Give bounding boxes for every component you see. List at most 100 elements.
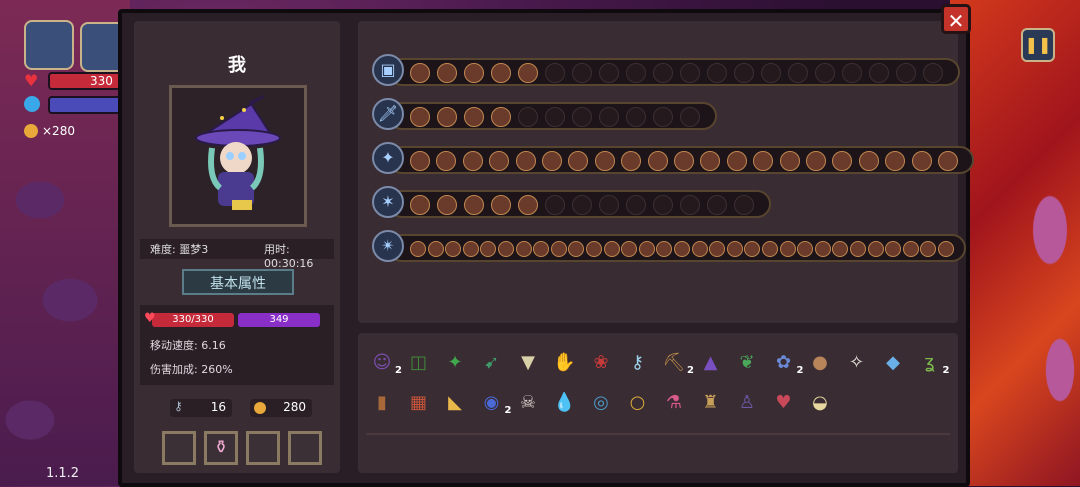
upgrade-slot[interactable]: [680, 195, 700, 215]
upgrade-slot[interactable]: [709, 241, 725, 257]
potion-item[interactable]: ⚗: [660, 389, 688, 417]
leaf-item[interactable]: ❦: [733, 349, 761, 377]
upgrade-slot[interactable]: [885, 241, 901, 257]
upgrade-slot[interactable]: [464, 63, 484, 83]
consumable-slot-2[interactable]: ⚱: [204, 431, 238, 465]
upgrade-slot[interactable]: [463, 241, 479, 257]
upgrade-slot[interactable]: [437, 63, 457, 83]
upgrade-slot[interactable]: [516, 241, 532, 257]
upgrade-slot[interactable]: [604, 241, 620, 257]
consumable-slot-1[interactable]: [162, 431, 196, 465]
consumable-slot-3[interactable]: [246, 431, 280, 465]
upgrade-slot[interactable]: [518, 63, 538, 83]
green-bird-item[interactable]: ➹: [478, 349, 506, 377]
upgrade-slot[interactable]: [621, 241, 637, 257]
bracer-item[interactable]: ▮: [368, 389, 396, 417]
upgrade-slot[interactable]: [648, 151, 668, 171]
upgrade-slot[interactable]: [700, 151, 720, 171]
upgrade-slot[interactable]: [437, 195, 457, 215]
upgrade-slot[interactable]: [639, 241, 655, 257]
upgrade-slot[interactable]: [680, 63, 700, 83]
chest-icon[interactable]: ▣: [372, 54, 404, 86]
upgrade-slot[interactable]: [832, 151, 852, 171]
upgrade-slot[interactable]: [806, 151, 826, 171]
upgrade-slot[interactable]: [572, 63, 592, 83]
blue-amulet-item[interactable]: ◎: [587, 389, 615, 417]
upgrade-slot[interactable]: [595, 151, 615, 171]
upgrade-slot[interactable]: [545, 195, 565, 215]
upgrade-slot[interactable]: [761, 63, 781, 83]
wizard-portrait-item[interactable]: ☺ 2: [368, 349, 402, 377]
upgrade-slot[interactable]: [762, 241, 778, 257]
upgrade-slot[interactable]: [599, 63, 619, 83]
upgrade-slot[interactable]: [692, 241, 708, 257]
consumable-slot-4[interactable]: [288, 431, 322, 465]
brown-egg-item[interactable]: ●: [806, 349, 834, 377]
ice-key-item[interactable]: ⚷: [624, 349, 652, 377]
upgrade-slot[interactable]: [491, 107, 511, 127]
green-shorts-item[interactable]: ◫: [405, 349, 433, 377]
upgrade-slot[interactable]: [680, 107, 700, 127]
upgrade-slot[interactable]: [599, 195, 619, 215]
upgrade-slot[interactable]: [734, 63, 754, 83]
upgrade-slot[interactable]: [653, 195, 673, 215]
upgrade-slot[interactable]: [572, 195, 592, 215]
upgrade-slot[interactable]: [491, 195, 511, 215]
pickaxe-item[interactable]: ⛏ 2: [660, 349, 694, 377]
upgrade-slot[interactable]: [832, 241, 848, 257]
upgrade-slot[interactable]: [428, 241, 444, 257]
tab-basic-attributes[interactable]: 基本属性: [182, 269, 294, 295]
upgrade-slot[interactable]: [410, 63, 430, 83]
upgrade-slot[interactable]: [489, 151, 509, 171]
upgrade-slot[interactable]: [797, 241, 813, 257]
upgrade-slot[interactable]: [410, 107, 430, 127]
upgrade-slot[interactable]: [545, 63, 565, 83]
upgrade-slot[interactable]: [653, 107, 673, 127]
upgrade-slot[interactable]: [518, 195, 538, 215]
candy-corn-item[interactable]: ◣: [441, 389, 469, 417]
water-drop-item[interactable]: 💧: [551, 389, 579, 417]
blue-orb-item[interactable]: ◉ 2: [478, 389, 512, 417]
upgrade-slot[interactable]: [656, 241, 672, 257]
upgrade-slot[interactable]: [572, 107, 592, 127]
heart-necklace-item[interactable]: ♥: [770, 389, 798, 417]
upgrade-slot[interactable]: [599, 107, 619, 127]
upgrade-slot[interactable]: [850, 241, 866, 257]
green-crystal-item[interactable]: ✦: [441, 349, 469, 377]
upgrade-slot[interactable]: [436, 151, 456, 171]
upgrade-slot[interactable]: [674, 241, 690, 257]
sack-item[interactable]: ◒: [806, 389, 834, 417]
wand-icon[interactable]: ✶: [372, 186, 404, 218]
witch-hat-item[interactable]: ▲: [697, 349, 725, 377]
upgrade-slot[interactable]: [464, 107, 484, 127]
upgrade-slot[interactable]: [621, 151, 641, 171]
upgrade-slot[interactable]: [518, 107, 538, 127]
spellbook-item[interactable]: ▦: [405, 389, 433, 417]
upgrade-slot[interactable]: [938, 151, 958, 171]
upgrade-slot[interactable]: [903, 241, 919, 257]
upgrade-slot[interactable]: [869, 63, 889, 83]
upgrade-slot[interactable]: [734, 195, 754, 215]
upgrade-slot[interactable]: [885, 151, 905, 171]
upgrade-slot[interactable]: [410, 241, 426, 257]
upgrade-slot[interactable]: [896, 63, 916, 83]
upgrade-slot[interactable]: [586, 241, 602, 257]
mirror-item[interactable]: ◆: [879, 349, 907, 377]
upgrade-slot[interactable]: [410, 151, 430, 171]
upgrade-slot[interactable]: [626, 107, 646, 127]
upgrade-slot[interactable]: [542, 151, 562, 171]
upgrade-slot[interactable]: [938, 241, 954, 257]
upgrade-slot[interactable]: [868, 241, 884, 257]
upgrade-slot[interactable]: [780, 151, 800, 171]
upgrade-slot[interactable]: [859, 151, 879, 171]
upgrade-slot[interactable]: [653, 63, 673, 83]
upgrade-slot[interactable]: [788, 63, 808, 83]
hud-chest-slot[interactable]: [24, 20, 74, 70]
upgrade-slot[interactable]: [568, 151, 588, 171]
upgrade-slot[interactable]: [410, 195, 430, 215]
upgrade-slot[interactable]: [568, 241, 584, 257]
upgrade-slot[interactable]: [727, 151, 747, 171]
upgrade-slot[interactable]: [912, 151, 932, 171]
upgrade-slot[interactable]: [463, 151, 483, 171]
close-button[interactable]: ✕: [941, 4, 971, 34]
